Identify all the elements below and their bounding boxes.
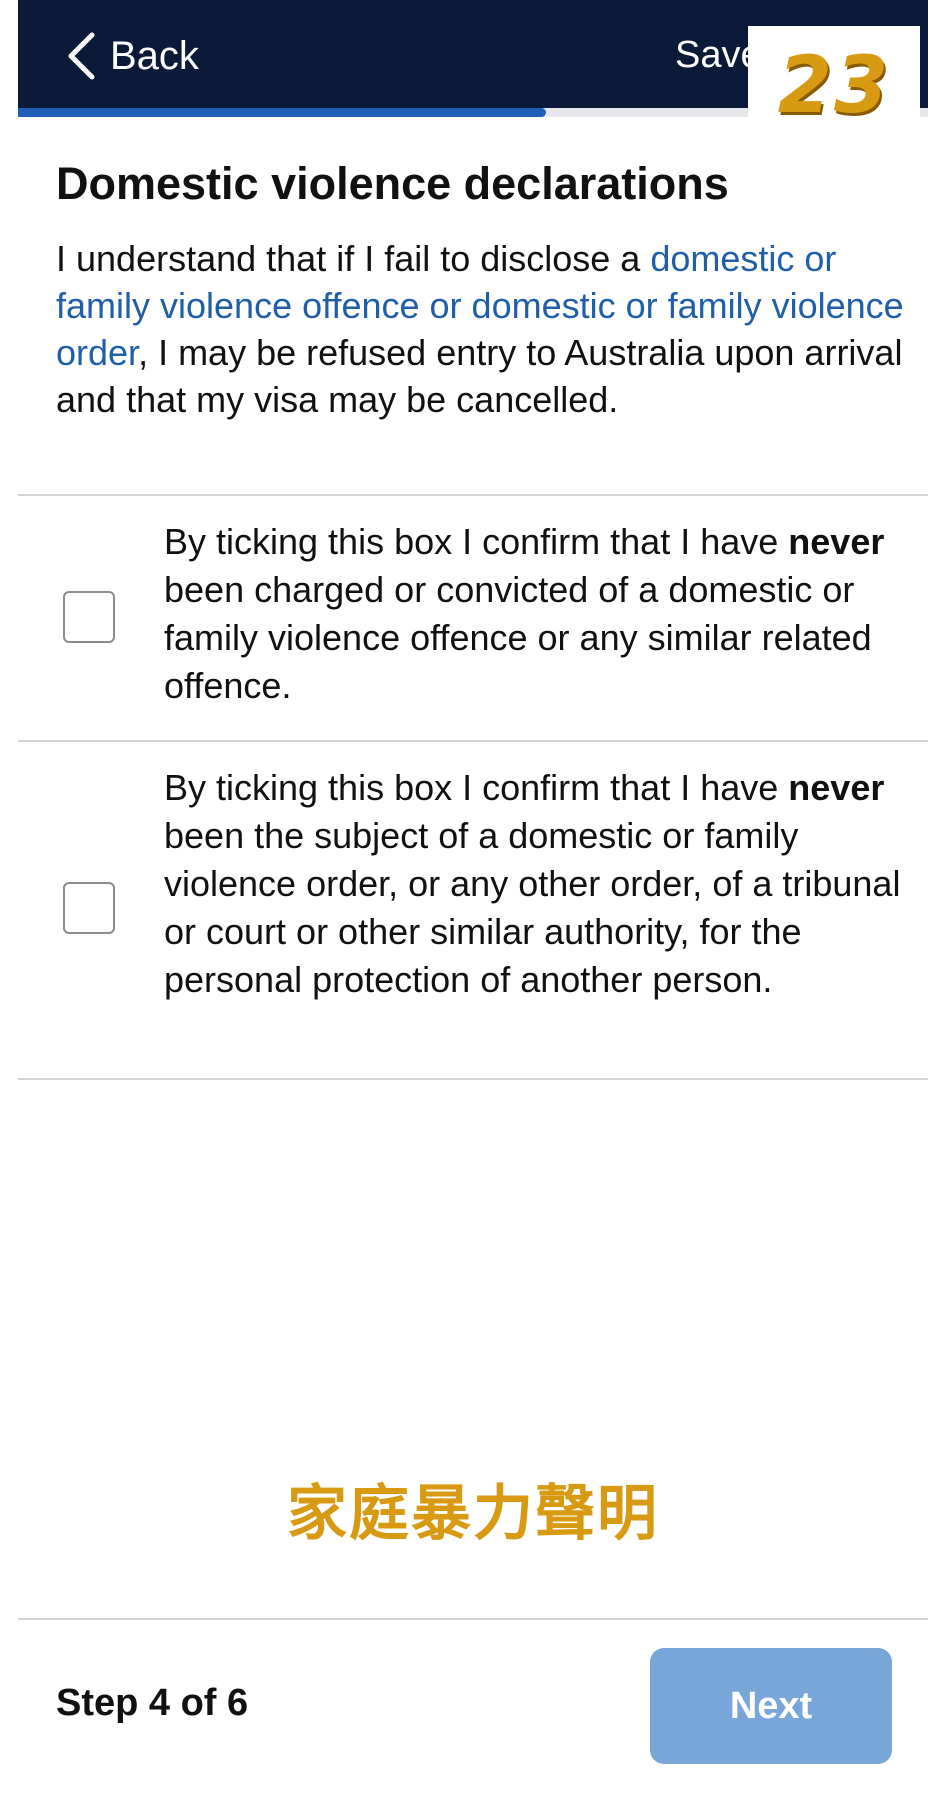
- next-button[interactable]: Next: [650, 1648, 892, 1764]
- footer-divider: [18, 1618, 928, 1620]
- declaration-suffix: been charged or convicted of a domestic …: [164, 569, 872, 706]
- next-button-label: Next: [729, 1684, 813, 1727]
- back-button[interactable]: Back: [66, 22, 199, 90]
- page-number-badge: 23: [748, 26, 920, 146]
- back-label: Back: [110, 33, 199, 78]
- declaration-prefix: By ticking this box I confirm that I hav…: [164, 767, 789, 808]
- offence-declaration-text: By ticking this box I confirm that I hav…: [164, 518, 904, 710]
- declarations-page: Back Save 23 Domestic violence declarati…: [0, 0, 946, 1800]
- intro-text-before: I understand that if I fail to disclose …: [56, 238, 651, 279]
- page-title: Domestic violence declarations: [56, 158, 729, 209]
- section-divider: [18, 1078, 928, 1080]
- declaration-prefix: By ticking this box I confirm that I hav…: [164, 521, 789, 562]
- intro-paragraph: I understand that if I fail to disclose …: [56, 235, 906, 423]
- order-declaration-checkbox[interactable]: [63, 882, 115, 934]
- offence-declaration-checkbox[interactable]: [63, 591, 115, 643]
- progress-bar-fill: [18, 108, 546, 117]
- declaration-emphasis: never: [788, 521, 885, 562]
- declaration-item-order: By ticking this box I confirm that I hav…: [18, 742, 928, 1078]
- order-declaration-text: By ticking this box I confirm that I hav…: [164, 764, 904, 1004]
- page-number-text: 23: [777, 41, 891, 131]
- chinese-caption: 家庭暴力聲明: [287, 1479, 659, 1549]
- declaration-emphasis: never: [788, 767, 885, 808]
- chevron-left-icon: [68, 32, 95, 80]
- declaration-item-offence: By ticking this box I confirm that I hav…: [18, 496, 928, 742]
- intro-text-after: , I may be refused entry to Australia up…: [56, 332, 903, 420]
- step-indicator: Step 4 of 6: [56, 1682, 249, 1724]
- declaration-suffix: been the subject of a domestic or family…: [164, 815, 901, 1000]
